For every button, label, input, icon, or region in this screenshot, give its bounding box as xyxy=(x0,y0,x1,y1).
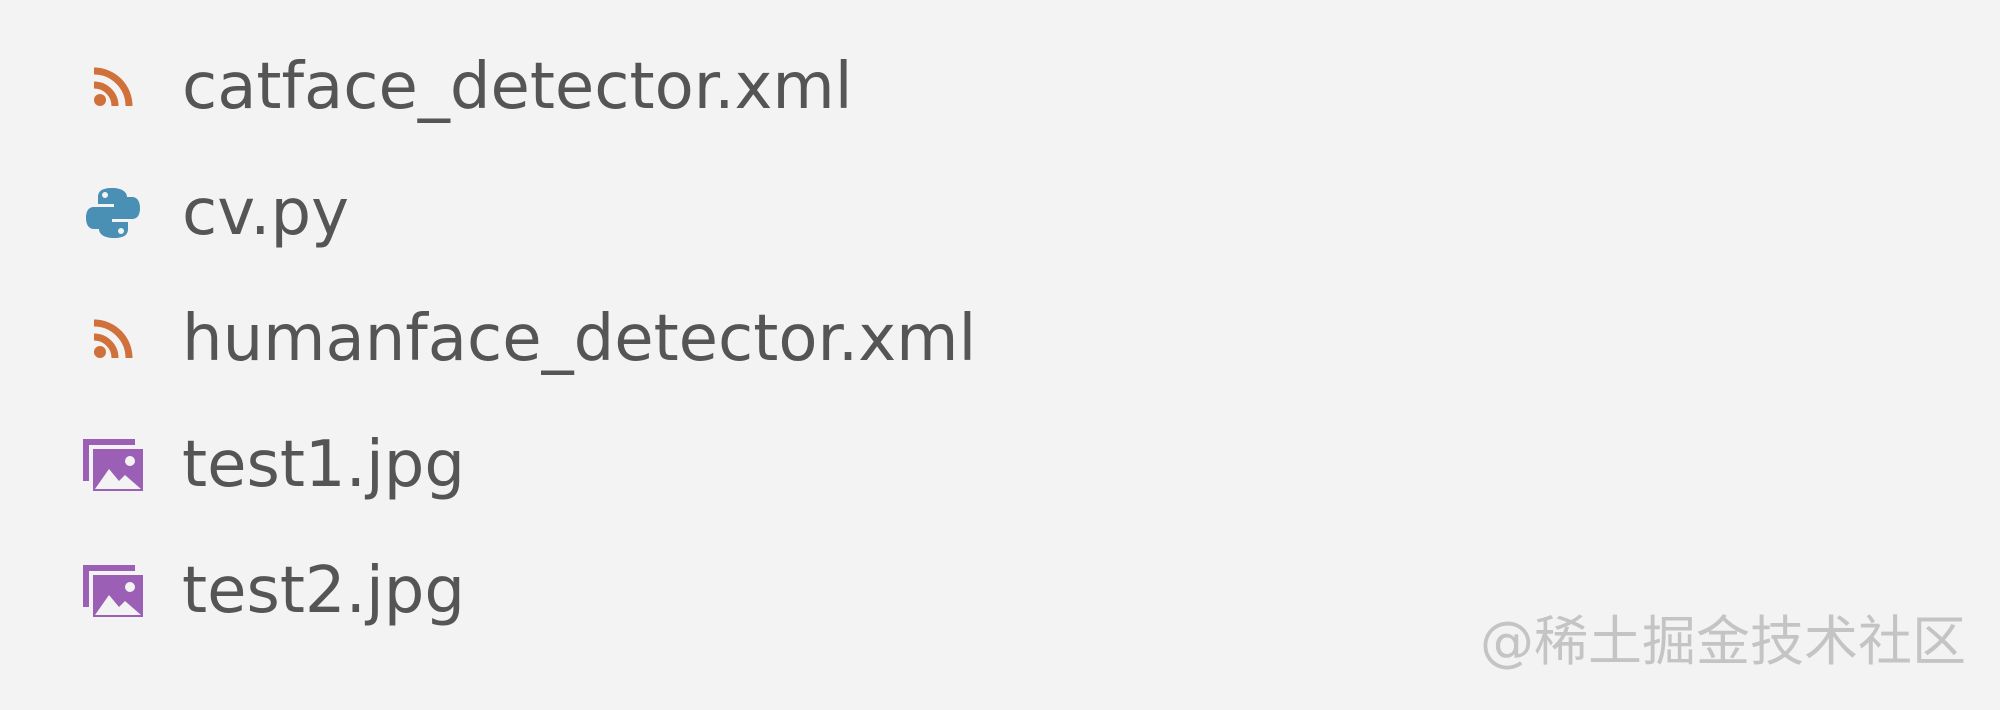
image-icon xyxy=(78,430,148,500)
file-item-humanface-detector[interactable]: humanface_detector.xml xyxy=(0,276,976,402)
file-list: catface_detector.xml cv.py humanface_det… xyxy=(0,24,976,654)
file-name: cv.py xyxy=(182,176,349,250)
image-icon xyxy=(78,556,148,626)
file-name: catface_detector.xml xyxy=(182,50,853,124)
file-name: humanface_detector.xml xyxy=(182,302,977,376)
python-icon xyxy=(78,178,148,248)
file-item-test1-jpg[interactable]: test1.jpg xyxy=(0,402,976,528)
file-item-cv-py[interactable]: cv.py xyxy=(0,150,976,276)
file-item-catface-detector[interactable]: catface_detector.xml xyxy=(0,24,976,150)
watermark: @稀土掘金技术社区 xyxy=(1480,610,1966,673)
file-name: test2.jpg xyxy=(182,554,465,628)
file-item-test2-jpg[interactable]: test2.jpg xyxy=(0,528,976,654)
rss-icon xyxy=(78,304,148,374)
file-explorer: catface_detector.xml cv.py humanface_det… xyxy=(0,0,2000,710)
rss-icon xyxy=(78,52,148,122)
file-name: test1.jpg xyxy=(182,428,465,502)
